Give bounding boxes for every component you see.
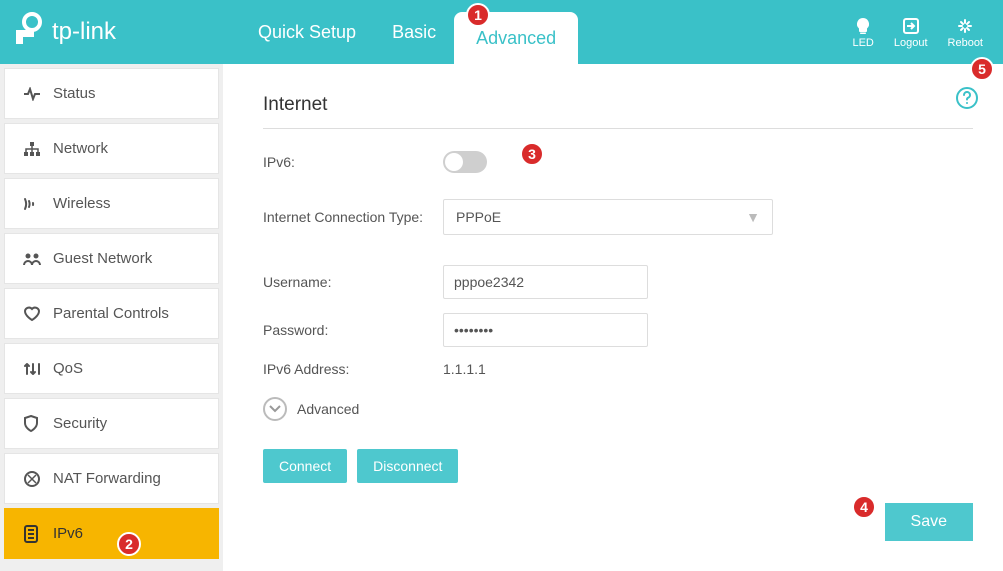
row-connection-type: Internet Connection Type: PPPoE ▼ xyxy=(263,199,973,235)
reboot-label: Reboot xyxy=(948,37,983,49)
sidebar-item-nat-forwarding[interactable]: NAT Forwarding xyxy=(4,453,219,504)
logout-button[interactable]: Logout xyxy=(894,15,928,49)
sidebar-item-guest-network[interactable]: Guest Network xyxy=(4,233,219,284)
sidebar-item-wireless[interactable]: Wireless xyxy=(4,178,219,229)
sidebar: Status Network Wireless Guest Network Pa… xyxy=(0,64,223,571)
row-password: Password: xyxy=(263,313,973,347)
guest-network-icon xyxy=(23,252,53,266)
page-title: Internet xyxy=(263,94,973,116)
sidebar-item-label: Network xyxy=(53,140,108,157)
reboot-button[interactable]: Reboot xyxy=(948,15,983,49)
callout-1: 1 xyxy=(466,3,490,27)
sidebar-item-label: Parental Controls xyxy=(53,305,169,322)
username-input[interactable] xyxy=(443,265,648,299)
row-ipv6-toggle: IPv6: xyxy=(263,151,973,173)
chevron-down-icon: ▼ xyxy=(746,209,760,225)
brand-logo: tp-link xyxy=(14,12,116,53)
sidebar-item-parental-controls[interactable]: Parental Controls xyxy=(4,288,219,339)
row-ipv6-address: IPv6 Address: 1.1.1.1 xyxy=(263,361,973,377)
qos-icon xyxy=(23,362,53,376)
connection-type-select[interactable]: PPPoE ▼ xyxy=(443,199,773,235)
network-icon xyxy=(23,142,53,156)
led-icon xyxy=(854,15,872,37)
tab-quick-setup[interactable]: Quick Setup xyxy=(240,0,374,64)
sidebar-item-network[interactable]: Network xyxy=(4,123,219,174)
brand-text: tp-link xyxy=(52,18,116,46)
sidebar-item-label: NAT Forwarding xyxy=(53,470,161,487)
tp-link-logo-icon xyxy=(14,12,44,53)
main-tabs: Quick Setup Basic Advanced xyxy=(240,0,578,64)
security-icon xyxy=(23,415,53,433)
divider xyxy=(263,128,973,129)
chevron-down-circle-icon xyxy=(263,397,287,421)
sidebar-item-label: Guest Network xyxy=(53,250,152,267)
connect-button[interactable]: Connect xyxy=(263,449,347,483)
row-username: Username: xyxy=(263,265,973,299)
led-button[interactable]: LED xyxy=(852,15,873,49)
advanced-toggle-label: Advanced xyxy=(297,401,359,417)
sidebar-item-qos[interactable]: QoS xyxy=(4,343,219,394)
led-label: LED xyxy=(852,37,873,49)
ipv6-label: IPv6: xyxy=(263,154,443,170)
sidebar-item-label: IPv6 xyxy=(53,525,83,542)
sidebar-item-status[interactable]: Status xyxy=(4,68,219,119)
sidebar-item-label: QoS xyxy=(53,360,83,377)
status-icon xyxy=(23,87,53,101)
disconnect-button[interactable]: Disconnect xyxy=(357,449,458,483)
callout-2: 2 xyxy=(117,532,141,556)
help-button[interactable] xyxy=(955,86,979,115)
header: tp-link Quick Setup Basic Advanced LED L… xyxy=(0,0,1003,64)
sidebar-item-ipv6[interactable]: IPv6 xyxy=(4,508,219,559)
password-label: Password: xyxy=(263,322,443,338)
ipv6-toggle[interactable] xyxy=(443,151,487,173)
username-label: Username: xyxy=(263,274,443,290)
logout-icon xyxy=(902,15,920,37)
header-actions: LED Logout Reboot xyxy=(852,15,983,49)
advanced-section-toggle[interactable]: Advanced xyxy=(263,397,973,421)
ipv6-address-value: 1.1.1.1 xyxy=(443,361,486,377)
password-input[interactable] xyxy=(443,313,648,347)
sidebar-item-label: Security xyxy=(53,415,107,432)
toggle-knob xyxy=(445,153,463,171)
sidebar-item-label: Status xyxy=(53,85,96,102)
save-button[interactable]: Save xyxy=(885,503,973,541)
connection-type-value: PPPoE xyxy=(456,209,501,225)
callout-5: 5 xyxy=(970,57,994,81)
connection-buttons: Connect Disconnect xyxy=(263,449,973,483)
reboot-icon xyxy=(956,15,974,37)
content: Internet IPv6: Internet Connection Type:… xyxy=(223,64,1003,571)
parental-controls-icon xyxy=(23,306,53,322)
nat-forwarding-icon xyxy=(23,470,53,488)
tab-basic[interactable]: Basic xyxy=(374,0,454,64)
sidebar-item-security[interactable]: Security xyxy=(4,398,219,449)
callout-3: 3 xyxy=(520,142,544,166)
body: Status Network Wireless Guest Network Pa… xyxy=(0,64,1003,571)
logout-label: Logout xyxy=(894,37,928,49)
ipv6-address-label: IPv6 Address: xyxy=(263,361,443,377)
conn-type-label: Internet Connection Type: xyxy=(263,209,443,225)
sidebar-item-label: Wireless xyxy=(53,195,111,212)
wireless-icon xyxy=(23,197,53,211)
ipv6-icon xyxy=(23,525,53,543)
callout-4: 4 xyxy=(852,495,876,519)
